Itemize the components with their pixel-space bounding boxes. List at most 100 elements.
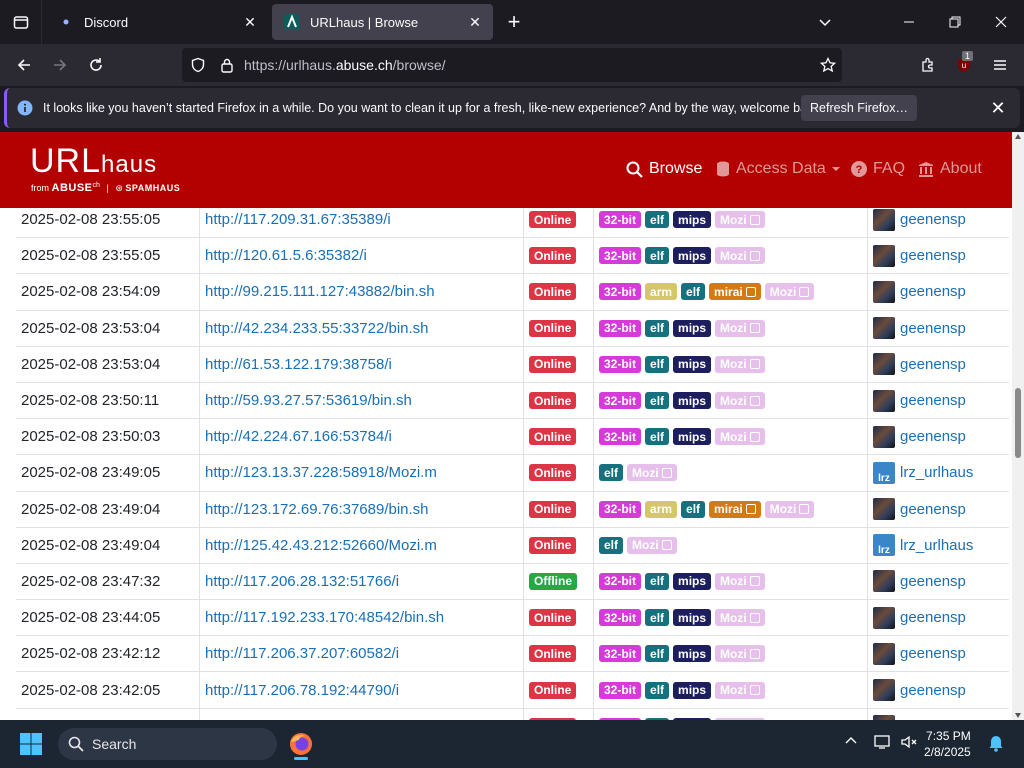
firefox-icon bbox=[290, 733, 312, 755]
address-bar[interactable]: https://urlhaus.abuse.ch/browse/ bbox=[182, 48, 842, 82]
close-window-button[interactable] bbox=[978, 0, 1024, 44]
reporter-cell[interactable]: geenensp bbox=[873, 383, 966, 418]
reporter-cell[interactable]: geenensp bbox=[873, 347, 966, 382]
reporter-name[interactable]: geenensp bbox=[900, 682, 966, 699]
reporter-name[interactable]: geenensp bbox=[900, 283, 966, 300]
scroll-down-icon[interactable] bbox=[1015, 713, 1021, 718]
reporter-name[interactable]: geenensp bbox=[900, 356, 966, 373]
url-link[interactable]: http://117.192.233.170:48542/bin.sh bbox=[205, 600, 444, 635]
url-link[interactable]: http://125.42.43.212:52660/Mozi.m bbox=[205, 528, 437, 563]
start-button[interactable] bbox=[20, 733, 42, 760]
url-link[interactable]: http://120.61.5.6:35382/i bbox=[205, 238, 367, 273]
page-scrollbar[interactable] bbox=[1012, 132, 1024, 720]
reporter-name[interactable]: geenensp bbox=[900, 645, 966, 662]
column-divider bbox=[523, 600, 524, 636]
url-link[interactable]: http://123.13.37.228:58918/Mozi.m bbox=[205, 455, 437, 490]
tag-badge[interactable]: Mozi bbox=[715, 355, 765, 373]
reporter-cell[interactable]: geenensp bbox=[873, 600, 966, 635]
network-icon[interactable] bbox=[874, 734, 892, 755]
reporter-name[interactable]: geenensp bbox=[900, 501, 966, 518]
url-link[interactable]: http://123.172.69.76:37689/bin.sh bbox=[205, 492, 429, 527]
url-link[interactable]: http://117.206.37.207:60582/i bbox=[205, 636, 399, 671]
lock-icon[interactable] bbox=[220, 57, 234, 73]
reporter-cell[interactable]: lrz lrz_urlhaus bbox=[873, 528, 973, 563]
close-notification-icon[interactable]: ✕ bbox=[986, 96, 1010, 120]
close-tab-icon[interactable]: ✕ bbox=[238, 10, 262, 34]
nav-access-data[interactable]: Access Data bbox=[716, 160, 840, 178]
reporter-name[interactable]: geenensp bbox=[900, 247, 966, 264]
scroll-up-icon[interactable] bbox=[1015, 134, 1021, 139]
shield-icon[interactable] bbox=[190, 57, 206, 73]
reporter-name[interactable]: geenensp bbox=[900, 609, 966, 626]
tab-discord[interactable]: Discord ✕ bbox=[46, 4, 268, 40]
back-button[interactable] bbox=[8, 49, 40, 81]
new-tab-button[interactable]: + bbox=[500, 8, 528, 36]
tag-badge[interactable]: Mozi bbox=[715, 645, 765, 663]
refresh-firefox-button[interactable]: Refresh Firefox… bbox=[801, 95, 917, 121]
notification-bell-icon[interactable] bbox=[988, 734, 1004, 757]
minimize-button[interactable] bbox=[886, 0, 932, 44]
reporter-cell[interactable]: geenensp bbox=[873, 709, 966, 720]
nav-browse[interactable]: Browse bbox=[626, 160, 702, 178]
urlhaus-favicon-icon bbox=[284, 14, 300, 30]
tag-badge[interactable]: Mozi bbox=[715, 319, 765, 337]
list-all-tabs-button[interactable] bbox=[0, 0, 42, 44]
tag-badge[interactable]: Mozi bbox=[627, 464, 677, 482]
tag-badge[interactable]: Mozi bbox=[715, 392, 765, 410]
reporter-name[interactable]: geenensp bbox=[900, 211, 966, 228]
taskbar-clock[interactable]: 7:35 PM 2/8/2025 bbox=[924, 728, 971, 760]
url-link[interactable]: http://42.224.67.166:53784/i bbox=[205, 419, 392, 454]
url-link[interactable]: http://99.215.111.127:43882/bin.sh bbox=[205, 274, 435, 309]
reporter-cell[interactable]: lrz lrz_urlhaus bbox=[873, 455, 973, 490]
reporter-name[interactable]: lrz_urlhaus bbox=[900, 464, 973, 481]
reporter-name[interactable]: geenensp bbox=[900, 392, 966, 409]
tag-badge[interactable]: mirai bbox=[709, 500, 761, 518]
reporter-cell[interactable]: geenensp bbox=[873, 274, 966, 309]
reporter-cell[interactable]: geenensp bbox=[873, 311, 966, 346]
ublock-extension-button[interactable]: u 1 bbox=[948, 49, 980, 81]
tag-badge[interactable]: Mozi bbox=[764, 283, 815, 301]
reporter-name[interactable]: lrz_urlhaus bbox=[900, 537, 973, 554]
reporter-cell[interactable]: geenensp bbox=[873, 419, 966, 454]
scrollbar-thumb[interactable] bbox=[1015, 388, 1021, 458]
reporter-cell[interactable]: geenensp bbox=[873, 636, 966, 671]
reporter-cell[interactable]: geenensp bbox=[873, 492, 966, 527]
tag-badge[interactable]: Mozi bbox=[715, 211, 765, 229]
forward-button[interactable] bbox=[44, 49, 76, 81]
nav-about[interactable]: About bbox=[918, 160, 982, 178]
reporter-cell[interactable]: geenensp bbox=[873, 238, 966, 273]
bookmark-star-icon[interactable] bbox=[820, 57, 836, 73]
close-tab-icon[interactable]: ✕ bbox=[463, 10, 487, 34]
tag-badge[interactable]: Mozi bbox=[715, 681, 765, 699]
restore-button[interactable] bbox=[932, 0, 978, 44]
tag-badge[interactable]: Mozi bbox=[627, 536, 677, 554]
extensions-button[interactable] bbox=[912, 49, 944, 81]
taskbar-search[interactable]: Search bbox=[58, 728, 277, 760]
app-menu-button[interactable] bbox=[984, 49, 1016, 81]
chevron-up-icon[interactable] bbox=[845, 734, 857, 752]
tag-badge[interactable]: mirai bbox=[709, 283, 761, 301]
reporter-name[interactable]: geenensp bbox=[900, 428, 966, 445]
url-link[interactable]: http://117.206.78.192:44790/i bbox=[205, 672, 399, 707]
tag-badge[interactable]: Mozi bbox=[715, 247, 765, 265]
tab-urlhaus[interactable]: URLhaus | Browse ✕ bbox=[272, 4, 493, 40]
volume-muted-icon[interactable] bbox=[900, 734, 918, 755]
reporter-cell[interactable]: geenensp bbox=[873, 672, 966, 707]
url-link[interactable]: http://61.53.122.179:38758/i bbox=[205, 347, 392, 382]
url-link[interactable]: http://59.93.27.57:53619/bin.sh bbox=[205, 383, 412, 418]
url-link[interactable]: http://42.234.233.55:33722/bin.sh bbox=[205, 311, 429, 346]
url-link[interactable]: http://77.111.105.225:52278/bin.sh bbox=[205, 709, 435, 720]
nav-faq[interactable]: ? FAQ bbox=[851, 160, 905, 178]
reporter-name[interactable]: geenensp bbox=[900, 573, 966, 590]
tag-badge[interactable]: Mozi bbox=[715, 572, 765, 590]
reporter-name[interactable]: geenensp bbox=[900, 320, 966, 337]
urlhaus-logo[interactable]: URLhaus bbox=[30, 142, 157, 181]
url-link[interactable]: http://117.206.28.132:51766/i bbox=[205, 564, 399, 599]
tag-badge[interactable]: Mozi bbox=[715, 609, 765, 627]
chevron-down-icon[interactable] bbox=[802, 0, 848, 44]
tag-badge[interactable]: Mozi bbox=[715, 428, 765, 446]
tag-badge[interactable]: Mozi bbox=[764, 500, 815, 518]
reporter-cell[interactable]: geenensp bbox=[873, 564, 966, 599]
taskbar-firefox[interactable] bbox=[286, 726, 316, 762]
reload-button[interactable] bbox=[80, 49, 112, 81]
